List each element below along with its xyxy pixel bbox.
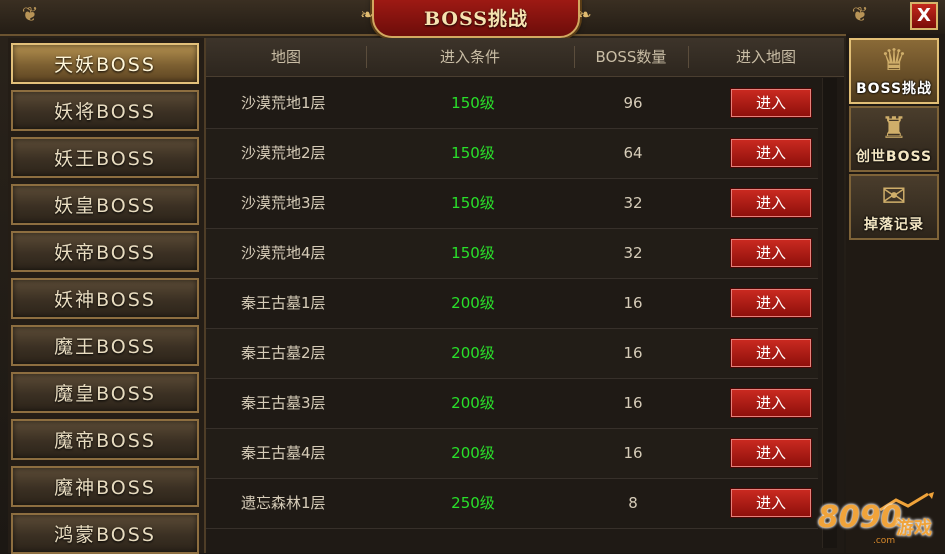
- watermark-number: 8090: [818, 500, 902, 535]
- boss-count: 96: [623, 94, 643, 112]
- table-row: 遗忘森林1层 250级 8 进入: [206, 479, 818, 529]
- table-row: 沙漠荒地2层 150级 64 进入: [206, 129, 818, 179]
- demon-helmet-icon: ♜: [880, 111, 908, 146]
- boss-tier-tab[interactable]: 妖王BOSS: [11, 137, 199, 178]
- boss-challenge-window: ❦ ❦ ❧ BOSS挑战 ❧ X 天妖BOSS 妖将BOSS 妖王BOSS 妖皇BOS…: [0, 0, 945, 554]
- boss-tier-tab[interactable]: 妖将BOSS: [11, 90, 199, 131]
- boss-count: 16: [623, 444, 643, 462]
- map-name: 沙漠荒地4层: [241, 244, 326, 262]
- level-requirement: 150级: [451, 244, 495, 262]
- level-requirement: 150级: [451, 194, 495, 212]
- enter-map-button[interactable]: 进入: [731, 239, 811, 267]
- header-enter-map: 进入地图: [735, 48, 796, 66]
- table-row: 沙漠荒地4层 150级 32 进入: [206, 229, 818, 279]
- boss-tier-list: 天妖BOSS 妖将BOSS 妖王BOSS 妖皇BOSS 妖帝BOSS 妖神BOSS 魔王BO…: [8, 38, 206, 554]
- window-title: BOSS挑战: [424, 7, 528, 30]
- map-name: 秦王古墓1层: [241, 294, 326, 312]
- boss-count: 16: [623, 394, 643, 412]
- level-requirement: 250级: [451, 494, 495, 512]
- boss-count: 64: [623, 144, 643, 162]
- header-boss-count: BOSS数量: [595, 48, 667, 66]
- enter-map-button[interactable]: 进入: [731, 289, 811, 317]
- enter-map-button[interactable]: 进入: [731, 489, 811, 517]
- level-requirement: 200级: [451, 294, 495, 312]
- boss-count: 16: [623, 344, 643, 362]
- map-name: 秦王古墓2层: [241, 344, 326, 362]
- category-label: 创世BOSS: [855, 149, 933, 165]
- boss-tier-tab[interactable]: 妖皇BOSS: [11, 184, 199, 225]
- boss-tier-tab[interactable]: 魔皇BOSS: [11, 372, 199, 413]
- map-name: 沙漠荒地1层: [241, 94, 326, 112]
- boss-tier-tab[interactable]: 魔王BOSS: [11, 325, 199, 366]
- category-tab[interactable]: ✉ 掉落记录: [849, 174, 939, 240]
- table-row: 秦王古墓1层 200级 16 进入: [206, 279, 818, 329]
- close-button[interactable]: X: [910, 2, 938, 30]
- header-map: 地图: [270, 48, 301, 66]
- watermark-domain: .com: [873, 536, 896, 546]
- enter-map-button[interactable]: 进入: [731, 89, 811, 117]
- site-watermark-logo: 8090 游戏 .com: [818, 492, 943, 550]
- map-name: 沙漠荒地2层: [241, 144, 326, 162]
- title-bar: ❦ ❦ ❧ BOSS挑战 ❧ X: [0, 0, 945, 38]
- title-plate: ❧ BOSS挑战 ❧: [360, 0, 592, 38]
- enter-map-button[interactable]: 进入: [731, 339, 811, 367]
- table-row: 沙漠荒地3层 150级 32 进入: [206, 179, 818, 229]
- scrollbar[interactable]: [822, 78, 837, 548]
- table-row: 秦王古墓2层 200级 16 进入: [206, 329, 818, 379]
- map-name: 遗忘森林1层: [241, 494, 326, 512]
- boss-count: 32: [623, 194, 643, 212]
- map-name: 沙漠荒地3层: [241, 194, 326, 212]
- boss-map-table: 地图 进入条件 BOSS数量 进入地图 沙漠荒地1层 150级 96 进入 沙漠荒地2层…: [206, 38, 844, 553]
- level-requirement: 200级: [451, 394, 495, 412]
- table-row: 沙漠荒地1层 150级 96 进入: [206, 79, 818, 129]
- map-name: 秦王古墓4层: [241, 444, 326, 462]
- category-label: 掉落记录: [864, 217, 924, 233]
- category-tabs: ♛ BOSS挑战 ♜ 创世BOSS ✉ 掉落记录: [846, 34, 945, 553]
- boss-count: 8: [628, 494, 638, 512]
- boss-tier-tab[interactable]: 鸿蒙BOSS: [11, 513, 199, 554]
- enter-map-button[interactable]: 进入: [731, 189, 811, 217]
- level-requirement: 200级: [451, 344, 495, 362]
- category-tab[interactable]: ♛ BOSS挑战: [849, 38, 939, 104]
- level-requirement: 150级: [451, 94, 495, 112]
- boss-count: 16: [623, 294, 643, 312]
- wing-ornament-icon: ❧: [578, 5, 592, 24]
- map-name: 秦王古墓3层: [241, 394, 326, 412]
- enter-map-button[interactable]: 进入: [731, 439, 811, 467]
- boss-count: 32: [623, 244, 643, 262]
- scroll-icon: ✉: [881, 179, 907, 214]
- boss-tier-tab[interactable]: 天妖BOSS: [11, 43, 199, 84]
- category-label: BOSS挑战: [855, 81, 933, 97]
- level-requirement: 150级: [451, 144, 495, 162]
- demon-mask-icon: ♛: [880, 43, 908, 78]
- header-condition: 进入条件: [439, 48, 500, 66]
- enter-map-button[interactable]: 进入: [731, 389, 811, 417]
- boss-tier-tab[interactable]: 魔帝BOSS: [11, 419, 199, 460]
- boss-tier-tab[interactable]: 魔神BOSS: [11, 466, 199, 507]
- boss-tier-tab[interactable]: 妖帝BOSS: [11, 231, 199, 272]
- table-row: 秦王古墓4层 200级 16 进入: [206, 429, 818, 479]
- table-row: 秦王古墓3层 200级 16 进入: [206, 379, 818, 429]
- enter-map-button[interactable]: 进入: [731, 139, 811, 167]
- table-header: 地图 进入条件 BOSS数量 进入地图: [206, 38, 844, 77]
- wing-ornament-icon: ❧: [360, 5, 374, 24]
- corner-ornament-icon: ❦: [21, 2, 39, 26]
- category-tab[interactable]: ♜ 创世BOSS: [849, 106, 939, 172]
- corner-ornament-icon: ❦: [851, 2, 869, 26]
- watermark-text: 游戏: [896, 518, 932, 539]
- level-requirement: 200级: [451, 444, 495, 462]
- boss-tier-tab[interactable]: 妖神BOSS: [11, 278, 199, 319]
